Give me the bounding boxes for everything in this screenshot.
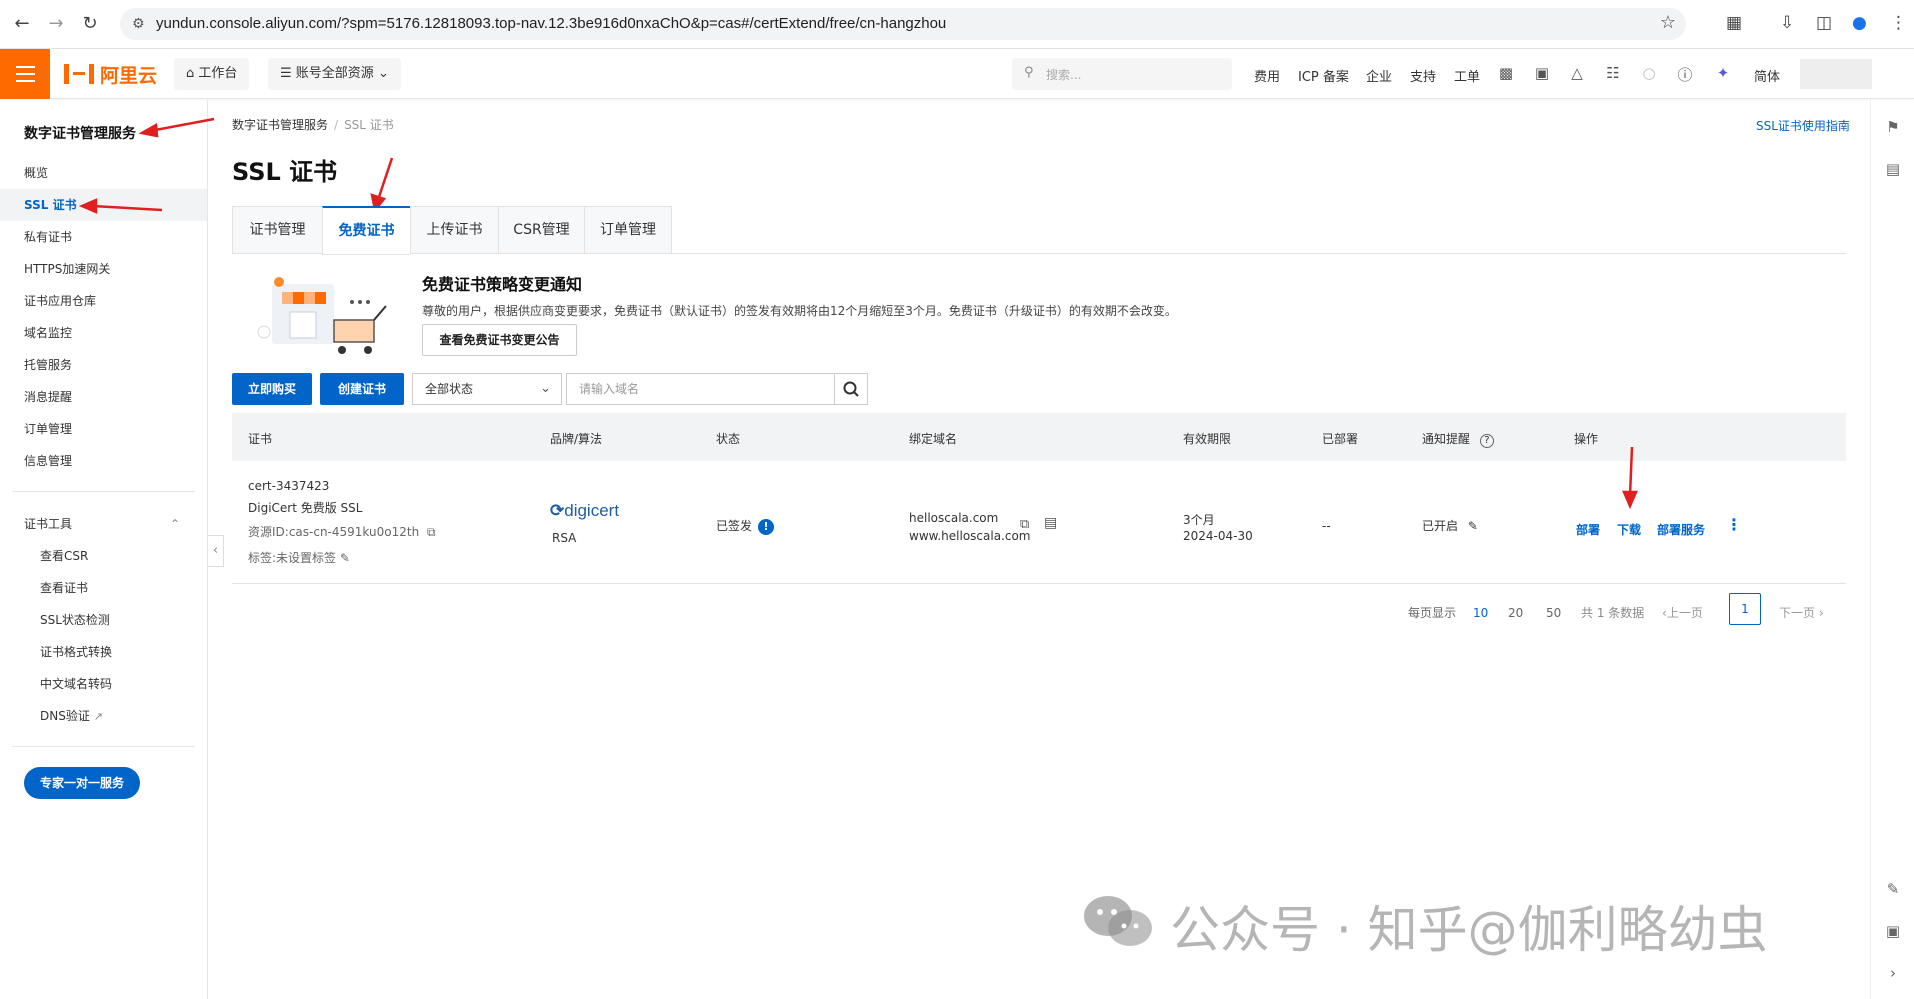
annotation-arrowhead bbox=[1622, 490, 1638, 510]
annotation-arrows bbox=[78, 117, 1638, 510]
annotation-arrow bbox=[149, 117, 215, 133]
annotation-arrow bbox=[91, 204, 163, 212]
annotation-arrowhead bbox=[78, 198, 98, 214]
annotation-arrow bbox=[376, 157, 394, 201]
annotation-arrow bbox=[1628, 446, 1634, 497]
annotation-arrowhead bbox=[138, 122, 159, 138]
tab-free-cert[interactable]: 免费证书 bbox=[322, 206, 410, 255]
